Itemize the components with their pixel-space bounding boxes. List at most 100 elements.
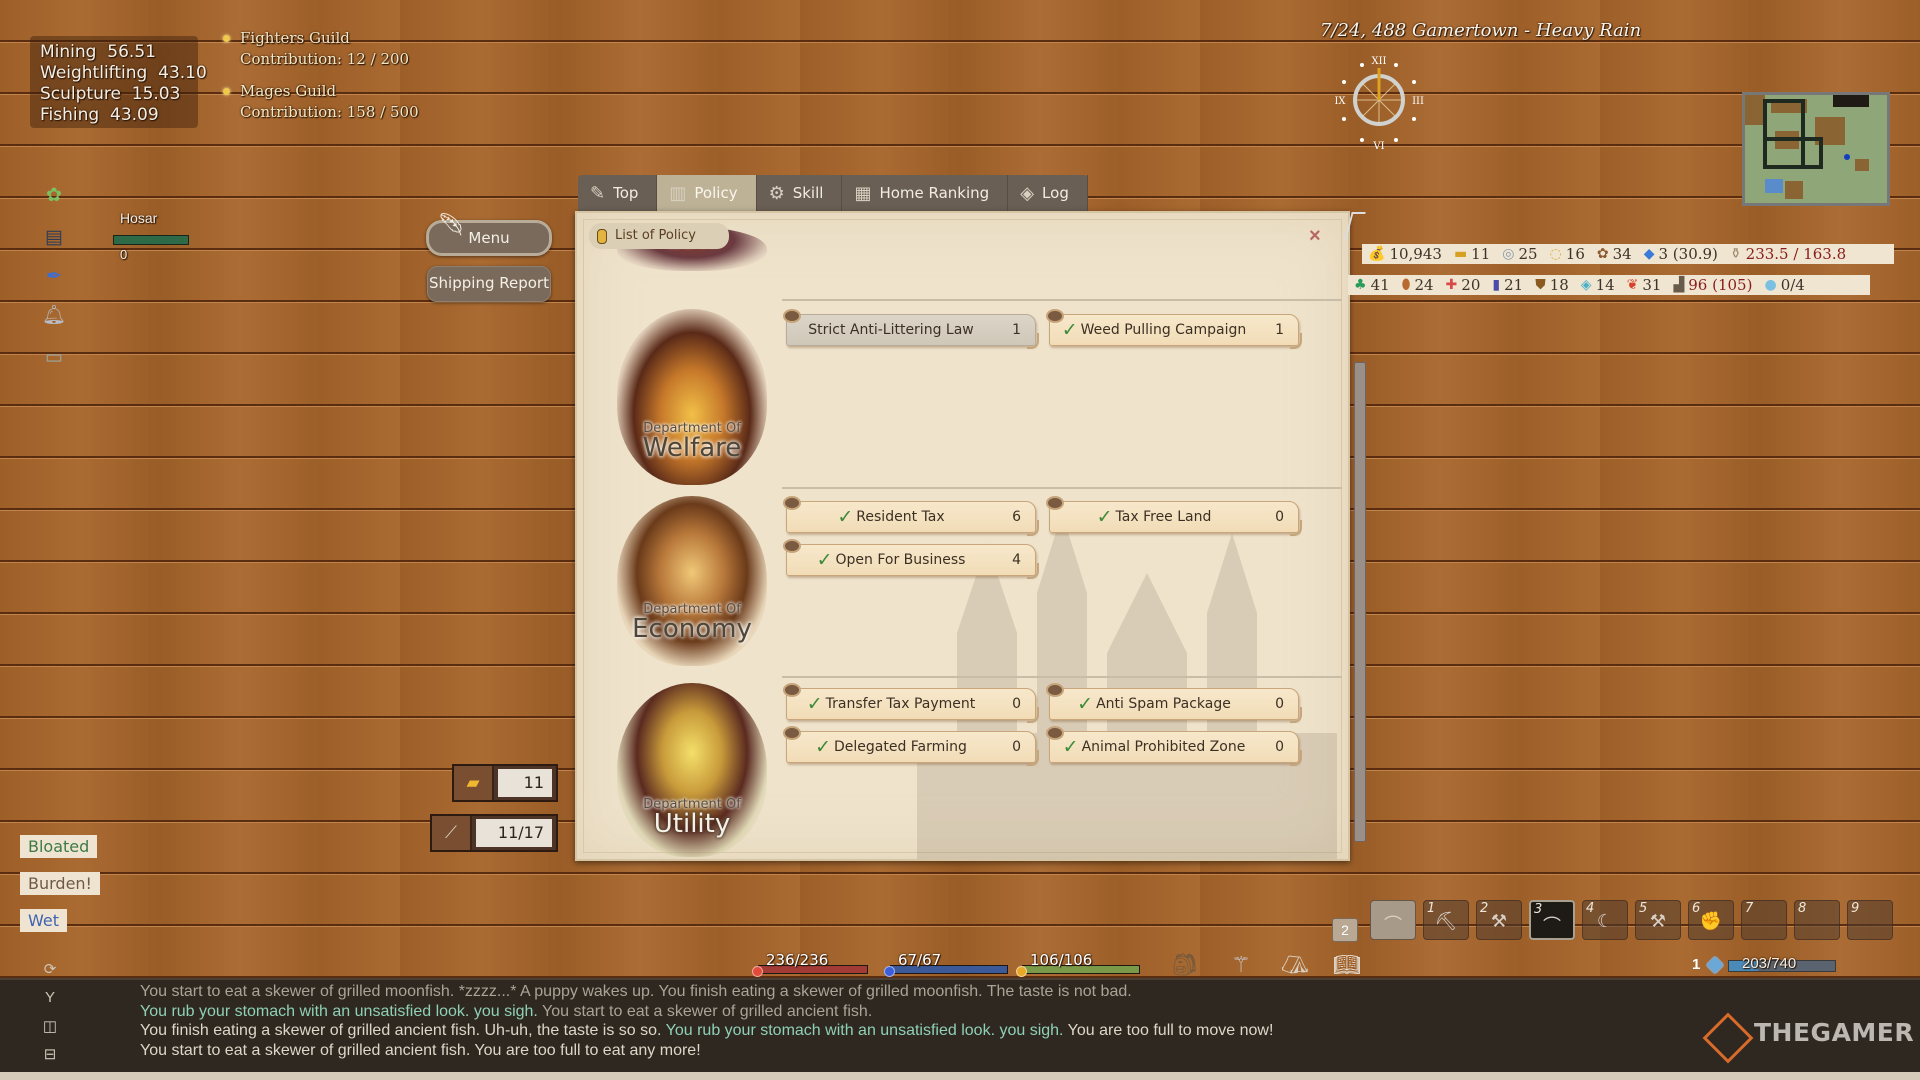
menu-button[interactable]: 🪶︎ Menu: [426, 213, 552, 256]
bell-icon[interactable]: 🔔︎: [42, 304, 66, 328]
log-segment: You finish eating a skewer of grilled an…: [140, 1022, 666, 1039]
status-burden: Burden!: [20, 872, 100, 895]
policy-count: 1: [1012, 322, 1021, 338]
department-name: Utility: [653, 809, 731, 839]
hotbar-slot[interactable]: 7: [1741, 900, 1787, 940]
wand-icon[interactable]: ⚚: [1224, 948, 1258, 982]
tab-top[interactable]: ✎ Top: [578, 175, 658, 211]
tab-label: Skill: [792, 184, 824, 202]
hotbar-slot[interactable]: 3 ⌒: [1529, 900, 1575, 940]
log-line: You rub your stomach with an unsatisfied…: [140, 1002, 1273, 1022]
counter-value: 11/17: [476, 819, 552, 847]
hotbar-slot[interactable]: 2 ⚒: [1476, 900, 1522, 940]
policy-count: 0: [1275, 509, 1284, 525]
skill-row: Fishing 43.09: [40, 105, 188, 126]
guild-contribution: Contribution: 158 / 500: [240, 103, 419, 121]
checkmark-icon: ✓: [1077, 693, 1094, 715]
hp-text: 236/236: [766, 951, 829, 969]
dialog-scrollbar[interactable]: [1354, 362, 1366, 842]
gear-icon: ⚙: [768, 182, 785, 204]
policy-delegated-farming[interactable]: ✓ Delegated Farming 0: [783, 726, 1039, 766]
strength-stat-icon: ✚: [1445, 277, 1458, 293]
stamina-text: 106/106: [1030, 951, 1093, 969]
department-utility: Department Of Utility: [617, 683, 767, 857]
divider: [782, 676, 1342, 678]
tab-bar: ✎ Top ▥ Policy ⚙ Skill ▦ Home Ranking ◈ Log: [578, 175, 1088, 211]
policy-tax-free-land[interactable]: ✓ Tax Free Land 0: [1046, 496, 1302, 536]
gold-bar-icon: ▬: [1453, 246, 1468, 262]
resource-bar-currency: 💰 10,943 ▬ 11 ◎ 25 ◌ 16 ✿ 34 ◆ 3 (30.9) ⚱ 233.5 / 163…: [1362, 244, 1894, 264]
tab-home-ranking[interactable]: ▦ Home Ranking: [842, 175, 1009, 211]
policy-weed-pulling-campaign[interactable]: ✓ Weed Pulling Campaign 1: [1046, 309, 1302, 349]
bed-icon[interactable]: ▭: [42, 346, 66, 370]
minimap[interactable]: [1742, 92, 1890, 206]
policy-strict-anti-littering-law[interactable]: Strict Anti-Littering Law 1: [783, 309, 1039, 349]
hotbar-slot[interactable]: 5 ⚒: [1635, 900, 1681, 940]
tab-policy[interactable]: ▥ Policy: [657, 175, 757, 211]
journal-icon[interactable]: ▤: [42, 226, 66, 250]
policy-count: 0: [1012, 739, 1021, 755]
resource-item: ❦ 31: [1627, 276, 1662, 294]
mana-stat-icon: ⬮: [1401, 277, 1411, 293]
fishing-rod-icon: ⌒: [1384, 915, 1402, 935]
panel-toggle-icon[interactable]: ◫: [40, 1017, 60, 1039]
log-segment: You are too full to move now!: [1063, 1022, 1274, 1039]
resource-bar-attributes: ♣ 41 ⬮ 24 ✚ 20 ▮ 21 ⛊ 18 ◈ 14 ❦ 31 ▟ 96 (105) ● 0/4: [1348, 275, 1870, 295]
resource-value: 20: [1461, 276, 1481, 294]
flower-icon[interactable]: ✿: [42, 184, 66, 208]
resource-value: 0/4: [1780, 276, 1805, 294]
log-line: You start to eat a skewer of grilled anc…: [140, 1041, 1273, 1061]
refresh-icon[interactable]: ⟳: [40, 960, 60, 982]
policy-resident-tax[interactable]: ✓ Resident Tax 6: [783, 496, 1039, 536]
resource-value: 31: [1642, 276, 1662, 294]
department-name: Economy: [632, 614, 752, 644]
watermark: THEGAMER: [1754, 1018, 1915, 1047]
menu-label: Menu: [468, 229, 510, 247]
journal-book-icon[interactable]: 📖︎: [1330, 948, 1364, 982]
resource-item: ♣ 41: [1354, 276, 1390, 294]
policy-anti-spam-package[interactable]: ✓ Anti Spam Package 0: [1046, 683, 1302, 723]
close-button[interactable]: ×: [1309, 225, 1321, 248]
hotbar-slot[interactable]: 6 ✊: [1688, 900, 1734, 940]
window-toggle-icon[interactable]: ⊟: [40, 1045, 60, 1067]
policy-transfer-tax-payment[interactable]: ✓ Transfer Tax Payment 0: [783, 683, 1039, 723]
feather-icon[interactable]: ✒: [42, 265, 66, 289]
department-name: Welfare: [642, 433, 742, 463]
tent-icon[interactable]: ⛺︎: [1278, 948, 1312, 982]
policy-label: Animal Prohibited Zone: [1081, 739, 1246, 755]
skill-row: Weightlifting 43.10: [40, 63, 207, 84]
backpack-icon[interactable]: 🎒︎: [1168, 948, 1202, 982]
clock-mark: IX: [1334, 96, 1346, 107]
tab-skill[interactable]: ⚙ Skill: [757, 175, 843, 211]
sickle-icon: ☾: [1596, 911, 1614, 931]
policy-count: 1: [1275, 322, 1284, 338]
policy-label: Transfer Tax Payment: [825, 696, 976, 712]
exp-text: 203/740: [1742, 955, 1797, 972]
hotbar-slot[interactable]: 8: [1794, 900, 1840, 940]
life-stat-icon: ♣: [1354, 277, 1367, 293]
gold-bar-icon: ▰: [454, 766, 494, 800]
policy-open-for-business[interactable]: ✓ Open For Business 4: [783, 539, 1039, 579]
policy-animal-prohibited-zone[interactable]: ✓ Animal Prohibited Zone 0: [1046, 726, 1302, 766]
armor-stat-icon: ⛊: [1535, 277, 1546, 293]
status-wet: Wet: [20, 909, 67, 932]
resource-item: ⬮ 24: [1402, 276, 1434, 294]
resource-value: 16: [1565, 245, 1585, 263]
hammer-icon: ⚒: [1649, 911, 1667, 931]
hotbar-slot[interactable]: 9: [1847, 900, 1893, 940]
tab-log[interactable]: ◈ Log: [1008, 175, 1088, 211]
hotbar-slot[interactable]: ⌒: [1370, 900, 1416, 940]
shipping-report-button[interactable]: Shipping Report: [427, 266, 551, 302]
pitchfork-icon: ⚒: [1490, 911, 1508, 931]
guild-entry: Fighters Guild Contribution: 12 / 200: [220, 28, 419, 70]
hp-orb-icon: [752, 966, 763, 977]
hotbar-slot[interactable]: 4 ☾: [1582, 900, 1628, 940]
policy-dialog: List of Policy × Law Department Of Welfa…: [575, 211, 1350, 861]
tab-label: Policy: [694, 184, 738, 202]
level-value: 1: [1692, 956, 1701, 973]
policy-count: 0: [1275, 739, 1284, 755]
hotbar-slot[interactable]: 1 ⛏: [1423, 900, 1469, 940]
tuning-fork-icon[interactable]: Y: [40, 989, 60, 1011]
hotbar-page[interactable]: 2: [1332, 918, 1358, 942]
resource-value: 96 (105): [1688, 276, 1753, 294]
